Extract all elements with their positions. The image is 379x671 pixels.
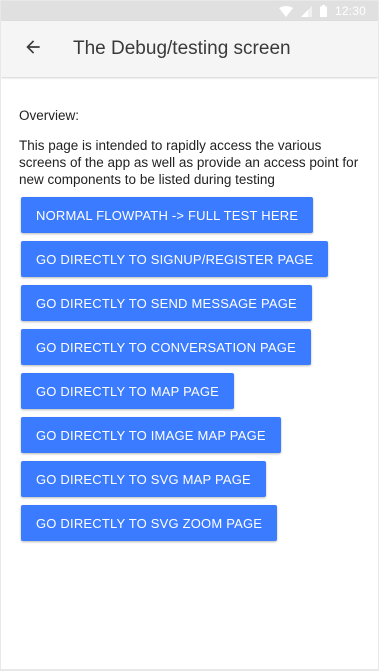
conversation-button[interactable]: GO DIRECTLY TO CONVERSATION PAGE	[21, 329, 311, 365]
app-bar: The Debug/testing screen	[1, 21, 378, 77]
map-page-button[interactable]: GO DIRECTLY TO MAP PAGE	[21, 373, 235, 409]
page-title: The Debug/testing screen	[73, 38, 291, 59]
full-test-button[interactable]: NORMAL FLOWPATH -> FULL TEST HERE	[21, 197, 314, 233]
overview-label: Overview:	[19, 108, 80, 123]
signup-register-button[interactable]: GO DIRECTLY TO SIGNUP/REGISTER PAGE	[21, 241, 329, 277]
arrow-back-icon	[23, 37, 43, 62]
back-button[interactable]	[5, 21, 61, 77]
send-message-button[interactable]: GO DIRECTLY TO SEND MESSAGE PAGE	[21, 285, 312, 321]
wifi-icon	[278, 5, 293, 17]
button-list: NORMAL FLOWPATH -> FULL TEST HERE GO DIR…	[19, 197, 364, 549]
phone-screen: 12:30 The Debug/testing screen Overview:…	[1, 1, 378, 669]
svg-map-button[interactable]: GO DIRECTLY TO SVG MAP PAGE	[21, 461, 266, 497]
status-time: 12:30	[334, 4, 366, 18]
svg-zoom-button[interactable]: GO DIRECTLY TO SVG ZOOM PAGE	[21, 505, 278, 541]
description-text: This page is intended to rapidly access …	[19, 138, 359, 187]
status-bar: 12:30	[1, 1, 378, 21]
image-map-button[interactable]: GO DIRECTLY TO IMAGE MAP PAGE	[21, 417, 281, 453]
content-area: Overview: This page is intended to rapid…	[1, 77, 378, 549]
signal-icon	[300, 5, 312, 17]
battery-icon	[319, 5, 327, 17]
